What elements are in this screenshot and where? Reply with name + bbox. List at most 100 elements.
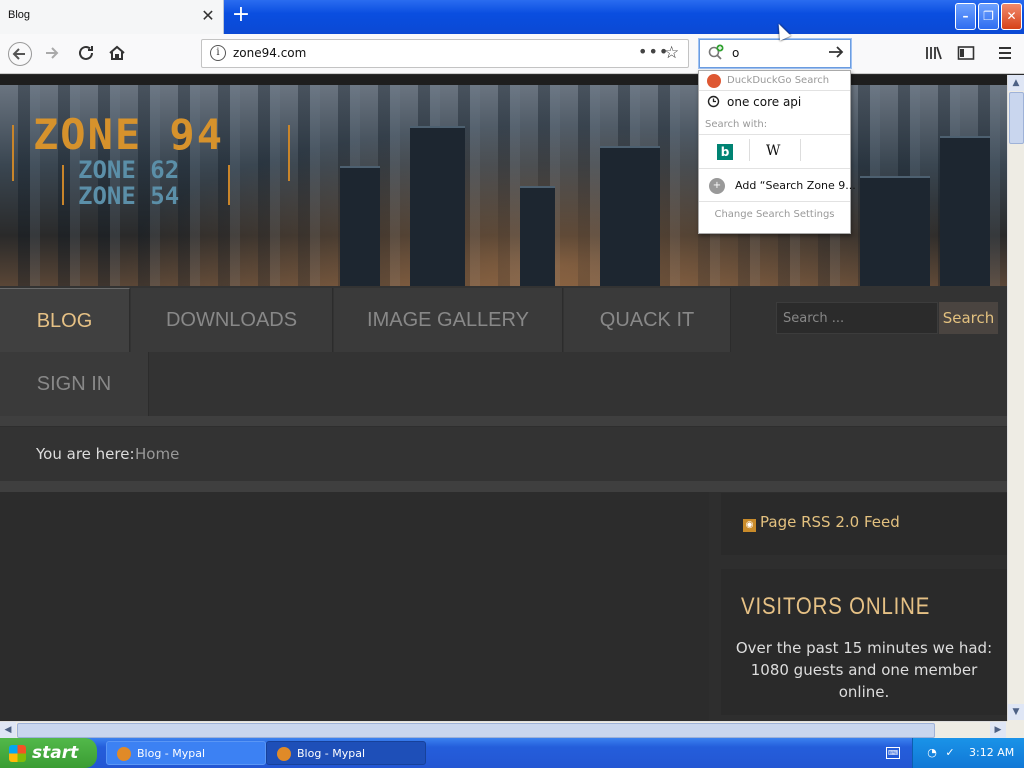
horizontal-scrollbar[interactable]: ◀ ▶ bbox=[0, 721, 1007, 738]
visitors-title: VISITORS ONLINE bbox=[741, 593, 931, 620]
divider bbox=[0, 481, 1007, 492]
web-page: ZONE 94 ZONE 62 ZONE 54 BLOG DOWNLOADS I… bbox=[0, 75, 1007, 721]
bing-icon: b bbox=[717, 144, 733, 160]
library-icon[interactable] bbox=[923, 43, 945, 67]
site-search-button[interactable]: Search bbox=[939, 302, 998, 334]
close-window-button[interactable]: ✕ bbox=[1001, 3, 1022, 30]
duckduckgo-icon bbox=[707, 74, 721, 88]
start-button[interactable]: start bbox=[0, 738, 97, 768]
bookmark-star-icon[interactable]: ☆ bbox=[664, 43, 679, 63]
browser-navbar: i zone94.com ••• ☆ o bbox=[0, 34, 1024, 74]
taskbar-item-label: Blog - Mypal bbox=[137, 747, 206, 760]
clock[interactable]: 3:12 AM bbox=[969, 746, 1014, 759]
url-text[interactable]: zone94.com bbox=[233, 46, 306, 60]
main-content bbox=[0, 492, 709, 721]
browser-tab[interactable]: Blog ✕ bbox=[0, 0, 224, 34]
banner-building bbox=[340, 166, 380, 286]
current-engine-label: DuckDuckGo Search bbox=[727, 75, 830, 86]
home-icon[interactable] bbox=[105, 42, 129, 66]
forward-arrow-icon[interactable] bbox=[40, 42, 64, 66]
keyboard-icon[interactable]: ⌨ bbox=[886, 747, 900, 759]
scroll-corner bbox=[1007, 721, 1024, 738]
menu-item-quack-it[interactable]: QUACK IT bbox=[564, 288, 731, 352]
mypal-icon bbox=[277, 747, 291, 761]
breadcrumb: You are here: Home bbox=[0, 427, 1007, 481]
engine-button-wikipedia[interactable]: W bbox=[750, 141, 800, 165]
visitors-box: VISITORS ONLINE Over the past 15 minutes… bbox=[721, 569, 1007, 715]
windows-taskbar: start Blog - Mypal Blog - Mypal ⌨ ◔ ✓ 3:… bbox=[0, 738, 1024, 768]
new-tab-button[interactable]: + bbox=[230, 4, 252, 28]
restore-button[interactable]: ❐ bbox=[978, 3, 999, 30]
menu-item-sign-in[interactable]: SIGN IN bbox=[0, 352, 149, 416]
dropdown-engine-header: DuckDuckGo Search bbox=[699, 71, 850, 91]
suggestion-text: one core api bbox=[727, 95, 802, 109]
go-arrow-icon[interactable] bbox=[826, 42, 846, 67]
taskbar-item-label: Blog - Mypal bbox=[297, 747, 366, 760]
taskbar-item[interactable]: Blog - Mypal bbox=[106, 741, 266, 765]
site-logo[interactable]: ZONE 94 bbox=[33, 110, 224, 159]
site-logo-sub: ZONE 62 ZONE 54 bbox=[78, 157, 179, 209]
tab-title: Blog bbox=[8, 9, 31, 21]
search-query[interactable]: o bbox=[732, 46, 739, 60]
menu-item-blog[interactable]: BLOG bbox=[0, 288, 130, 352]
taskbar-item[interactable]: Blog - Mypal bbox=[266, 741, 426, 765]
history-clock-icon bbox=[707, 95, 720, 111]
search-input[interactable]: o bbox=[699, 39, 851, 68]
address-bar[interactable]: i zone94.com ••• ☆ bbox=[201, 39, 689, 68]
back-arrow-icon[interactable] bbox=[8, 42, 32, 66]
horizontal-scroll-thumb[interactable] bbox=[17, 723, 935, 738]
close-tab-icon[interactable]: ✕ bbox=[200, 6, 216, 26]
add-engine-icon: + bbox=[709, 178, 725, 194]
visitors-text: Over the past 15 minutes we had: 1080 gu… bbox=[735, 639, 993, 701]
windows-logo-icon bbox=[9, 745, 26, 762]
system-tray: ◔ ✓ 3:12 AM bbox=[912, 738, 1024, 768]
scroll-up-icon[interactable]: ▲ bbox=[1008, 75, 1024, 91]
search-suggestions-popup: DuckDuckGo Search one core api Search wi… bbox=[698, 70, 856, 234]
site-nav-menu: BLOG DOWNLOADS IMAGE GALLERY QUACK IT SI… bbox=[0, 286, 1007, 416]
site-banner: ZONE 94 ZONE 62 ZONE 54 bbox=[0, 85, 1007, 286]
scroll-left-icon[interactable]: ◀ bbox=[0, 722, 16, 738]
scroll-right-icon[interactable]: ▶ bbox=[990, 722, 1006, 738]
minimize-button[interactable]: – bbox=[955, 3, 976, 30]
info-icon[interactable]: i bbox=[210, 45, 226, 61]
search-with-label: Search with: bbox=[705, 119, 768, 130]
mypal-icon bbox=[117, 747, 131, 761]
banner-building bbox=[940, 136, 990, 286]
browser-titlebar: Blog ✕ + – ❐ ✕ bbox=[0, 0, 1024, 34]
menu-item-downloads[interactable]: DOWNLOADS bbox=[131, 288, 333, 352]
rss-label: Page RSS 2.0 Feed bbox=[760, 513, 900, 531]
vertical-scrollbar[interactable]: ▲ ▼ bbox=[1007, 75, 1024, 721]
sidebar-icon[interactable] bbox=[955, 43, 977, 67]
rss-icon: ◉ bbox=[743, 519, 756, 532]
one-off-engines: b W bbox=[699, 134, 850, 169]
engine-button-bing[interactable]: b bbox=[699, 141, 749, 165]
rss-link[interactable]: ◉ Page RSS 2.0 Feed bbox=[743, 513, 900, 532]
divider bbox=[0, 416, 1007, 426]
rss-box: ◉ Page RSS 2.0 Feed bbox=[721, 493, 1007, 555]
reload-icon[interactable] bbox=[74, 42, 98, 66]
add-engine-label: Add “Search Zone 9... bbox=[735, 179, 856, 192]
wikipedia-icon: W bbox=[766, 143, 781, 159]
logo-sub-line: ZONE 54 bbox=[78, 182, 180, 210]
suggestion-item[interactable]: one core api bbox=[699, 92, 850, 112]
search-icon bbox=[708, 44, 724, 64]
site-search-input[interactable]: Search ... bbox=[776, 302, 938, 334]
network-icon[interactable]: ◔ bbox=[925, 746, 939, 760]
logo-sub-line: ZONE 62 bbox=[78, 156, 180, 184]
breadcrumb-home-link[interactable]: Home bbox=[135, 445, 179, 463]
banner-top-strip bbox=[0, 75, 1007, 85]
menu-item-image-gallery[interactable]: IMAGE GALLERY bbox=[334, 288, 563, 352]
menu-hamburger-icon[interactable] bbox=[994, 43, 1016, 67]
vertical-scroll-thumb[interactable] bbox=[1009, 92, 1024, 144]
banner-building bbox=[520, 186, 555, 286]
banner-building bbox=[860, 176, 930, 286]
change-search-settings-link[interactable]: Change Search Settings bbox=[699, 209, 850, 220]
shield-icon[interactable]: ✓ bbox=[943, 746, 957, 760]
banner-building bbox=[600, 146, 660, 286]
scroll-down-icon[interactable]: ▼ bbox=[1008, 704, 1024, 720]
breadcrumb-label: You are here: bbox=[36, 445, 135, 463]
screen: Blog ✕ + – ❐ ✕ i zone94.com ••• ☆ o ZONE… bbox=[0, 0, 1024, 768]
add-search-engine-item[interactable]: + Add “Search Zone 9... bbox=[699, 170, 856, 202]
start-label: start bbox=[32, 743, 79, 763]
divider bbox=[800, 139, 801, 161]
